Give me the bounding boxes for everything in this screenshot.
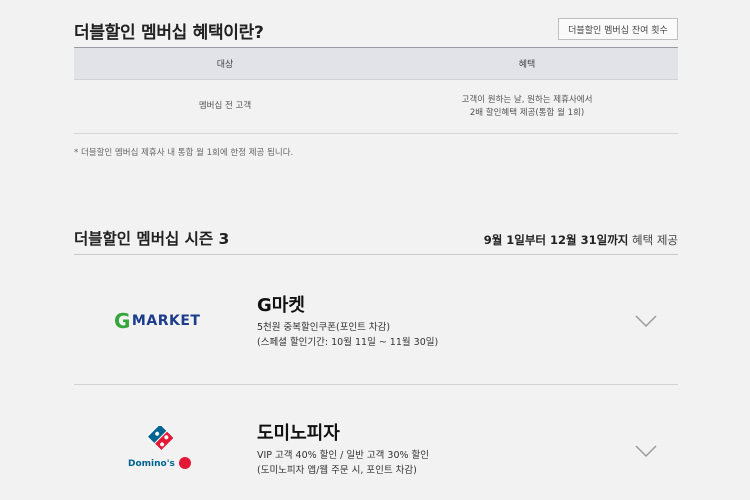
cell-benefit: 고객이 원하는 날, 원하는 제휴사에서 2배 할인혜택 제공(통합 월 1회) — [376, 80, 678, 133]
cell-benefit-line1: 고객이 원하는 날, 원하는 제휴사에서 — [461, 94, 593, 105]
gmarket-logo-text: MARKET — [131, 313, 201, 329]
partner-item-gmarket[interactable]: G MARKET G마켓 5천원 중복할인쿠폰(포인트 차감) (스페셜 할인기간… — [74, 255, 678, 384]
header-target: 대상 — [216, 60, 234, 70]
membership-page: 더블할인 멤버십 혜택이란? 더블할인 멤버십 잔여 횟수 대상 혜택 멤버십 … — [74, 0, 678, 500]
season-period-suffix: 혜택 제공 — [628, 233, 678, 247]
gmarket-logo: G MARKET — [114, 309, 200, 333]
dominos-logo-text: Domino's — [128, 459, 175, 469]
partner-desc-line2: (스페셜 할인기간: 10월 11일 ~ 11월 30일) — [257, 337, 439, 348]
partner-desc-line1: 5천원 중복할인쿠폰(포인트 차감) — [257, 322, 391, 333]
partner-desc-line1: VIP 고객 40% 할인 / 일반 고객 30% 할인 — [257, 450, 430, 461]
season-title: 더블할인 멤버십 시즌 3 — [74, 230, 230, 248]
benefit-section-title: 더블할인 멤버십 혜택이란? — [74, 23, 264, 43]
gmarket-logo-letter: G — [114, 309, 131, 333]
partner-desc: 5천원 중복할인쿠폰(포인트 차감) (스페셜 할인기간: 10월 11일 ~ … — [257, 320, 438, 350]
dominos-logo: Domino's — [128, 423, 192, 474]
partner-name: 도미노피자 — [257, 423, 340, 444]
cell-target: 멤버십 전 고객 — [74, 80, 376, 133]
benefit-table-header: 대상 혜택 — [74, 47, 678, 80]
remaining-count-button[interactable]: 더블할인 멤버십 잔여 횟수 — [558, 18, 678, 40]
partner-item-dominos[interactable]: Domino's 도미노피자 VIP 고객 40% 할인 / 일반 고객 30%… — [74, 385, 678, 500]
season-period-dates: 9월 1일부터 12월 31일까지 — [483, 233, 629, 247]
benefit-note: * 더블할인 멤버십 제휴사 내 통합 월 1회에 한정 제공 됩니다. — [74, 148, 294, 158]
partner-desc-line2: (도미노피자 앱/웹 주문 시, 포인트 차감) — [257, 465, 417, 476]
season-period: 9월 1일부터 12월 31일까지 혜택 제공 — [484, 232, 678, 248]
table-row: 멤버십 전 고객 고객이 원하는 날, 원하는 제휴사에서 2배 할인혜택 제공… — [74, 80, 678, 134]
cell-target-text: 멤버십 전 고객 — [198, 101, 252, 111]
cell-benefit-line2: 2배 할인혜택 제공(통합 월 1회) — [469, 107, 585, 118]
benefit-table: 대상 혜택 멤버십 전 고객 고객이 원하는 날, 원하는 제휴사에서 2배 할… — [74, 47, 678, 134]
partner-desc: VIP 고객 40% 할인 / 일반 고객 30% 할인 (도미노피자 앱/웹 … — [257, 448, 429, 478]
header-benefit: 혜택 — [518, 60, 536, 70]
partner-name: G마켓 — [257, 295, 305, 316]
chevron-down-icon[interactable] — [634, 443, 658, 462]
chevron-down-icon[interactable] — [634, 313, 658, 332]
